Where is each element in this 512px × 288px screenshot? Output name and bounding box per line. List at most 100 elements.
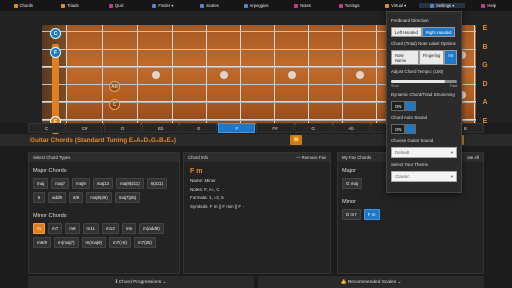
nav-item-0[interactable]: Chords	[0, 3, 47, 8]
chord-info-body: F m Name: Minor Notes: F, A♭, C Formula:…	[184, 162, 330, 215]
chord-type-chip[interactable]: m(maj9)	[81, 237, 107, 248]
nav-item-9[interactable]: Settings ▾	[418, 3, 466, 8]
theme-select[interactable]: Classic ▾	[391, 171, 457, 182]
direction-toggle: Left Handed Right Handed	[391, 27, 457, 37]
fret-wire	[172, 25, 174, 125]
chord-type-chip[interactable]: m6	[121, 223, 136, 234]
chord-type-chip[interactable]: G maj	[342, 178, 363, 189]
chord-type-chip[interactable]: 6(♯11)	[146, 178, 168, 189]
fret-note-marker[interactable]: Ab	[109, 81, 120, 92]
nav-item-5[interactable]: Arpeggios	[233, 3, 280, 8]
key-button[interactable]: C	[28, 123, 66, 133]
chord-info-header: Chord Info — Remove Fav	[184, 153, 330, 162]
tuning-label: D	[482, 80, 488, 88]
key-button[interactable]: G	[294, 123, 332, 133]
chord-type-chip[interactable]: maj9	[72, 178, 90, 189]
note-label-label: Chord (Triad) Note Label Options	[391, 41, 456, 46]
chord-type-chip[interactable]: m11	[82, 223, 99, 234]
strumming-label: Dynamic Chord/Triad Strumming	[391, 92, 455, 97]
nav-item-1[interactable]: Triads	[47, 3, 94, 8]
chord-type-chip[interactable]: m(add9)	[138, 223, 164, 234]
segment-option[interactable]: Note Name	[391, 50, 419, 65]
chevron-down-icon: ▾	[450, 149, 453, 155]
fret-wire	[240, 25, 242, 125]
key-button[interactable]: D	[104, 123, 142, 133]
nav-item-6[interactable]: Notes	[279, 3, 326, 8]
gear-icon	[429, 3, 434, 8]
restore-all-button[interactable]: ate All	[467, 155, 479, 160]
chord-type-chip[interactable]: maj7(♯5)	[114, 192, 141, 203]
key-button[interactable]: C#	[66, 123, 104, 133]
chord-type-chip[interactable]: m	[33, 223, 45, 234]
bottom-bar: ℹ Chord Progressions ⌄ 👍 Recommended Sca…	[0, 276, 512, 288]
nav-item-label: Help	[487, 3, 497, 8]
chord-type-chip[interactable]: m7	[48, 223, 63, 234]
fret-note-marker[interactable]: F	[50, 47, 61, 58]
segment-option[interactable]: Int	[444, 50, 457, 65]
tuning-label: B	[482, 43, 488, 51]
chord-type-chip[interactable]: m7(♯5)	[133, 237, 156, 248]
segment-option[interactable]: Left Handed	[391, 27, 422, 37]
prev-chord-button[interactable]: ⏪	[290, 135, 303, 145]
chord-title: Guitar Chords (Standard Tuning E₂A₂D₃G₃B…	[30, 136, 176, 144]
chord-progressions-toggle[interactable]: ℹ Chord Progressions ⌄	[28, 276, 254, 288]
nav-item-3[interactable]: Finder ▾	[140, 3, 187, 8]
fav-minor-list: D m7 F m	[338, 209, 483, 220]
chord-type-chip[interactable]: m7(♭5)	[109, 237, 131, 248]
fret-wire	[474, 25, 476, 125]
chord-type-chip[interactable]: D m7	[342, 209, 361, 220]
chord-info-line: Symbols: F m || F min || F -	[190, 203, 244, 209]
nav-item-10[interactable]: Help	[465, 3, 512, 8]
chord-type-chip[interactable]: m(maj7)	[54, 237, 79, 248]
nav-item-4[interactable]: Scales	[186, 3, 233, 8]
chord-type-chip[interactable]: F m	[363, 209, 380, 220]
segment-option[interactable]: Fingering	[418, 50, 445, 65]
guitar-sound-select[interactable]: Default ▾	[391, 147, 457, 158]
music-icon	[243, 3, 248, 8]
major-chord-list: maj maj7 maj9 maj13 maj9(♯11) 6(♯11) 6 add9 6/9 m…	[29, 178, 179, 203]
auto-sound-switch	[405, 124, 416, 134]
tuning-label: E	[482, 25, 488, 32]
strumming-toggle[interactable]: ON	[391, 101, 457, 111]
auto-sound-state: ON	[391, 124, 406, 134]
chord-type-chip[interactable]: maj	[33, 178, 49, 189]
chord-type-chip[interactable]: add9	[48, 192, 67, 203]
nav-item-label: Settings ▾	[435, 3, 455, 8]
fret-wire	[376, 25, 378, 125]
chord-type-chip[interactable]: 6	[33, 192, 45, 203]
chord-type-chip[interactable]: m13	[101, 223, 119, 234]
segment-option[interactable]: Right Handed	[421, 27, 456, 37]
major-chords-title: Major Chords	[33, 168, 67, 174]
chord-type-chip[interactable]: m9	[65, 223, 80, 234]
auto-sound-toggle[interactable]: ON	[391, 124, 457, 134]
nav-item-7[interactable]: Tunings	[326, 3, 373, 8]
fret-note-marker[interactable]: C	[50, 28, 61, 39]
chord-info-line: Formula: 1, ♭3, 5	[190, 195, 224, 200]
nav-item-label: Chords	[19, 3, 34, 8]
tuning-icon	[338, 3, 343, 8]
chord-type-chip[interactable]: maj7	[51, 178, 70, 189]
key-button[interactable]: E	[180, 123, 218, 133]
search-icon	[152, 3, 157, 8]
tempo-label: Adjust Chord Tempo: (100)	[391, 69, 444, 74]
chord-type-chip[interactable]: m6/9	[33, 237, 52, 248]
chord-type-chip[interactable]: maj9(♯11)	[116, 178, 144, 189]
guitar-icon	[385, 3, 390, 8]
chord-type-chip[interactable]: maj13	[92, 178, 114, 189]
recommended-scales-toggle[interactable]: 👍 Recommended Scales ⌄	[258, 276, 484, 288]
app-window: Chords Triads Quiz Finder ▾ Scales Arpeggios N…	[0, 0, 512, 288]
key-button[interactable]: Eb	[142, 123, 180, 133]
key-button[interactable]: Ab	[332, 123, 370, 133]
nav-item-2[interactable]: Quiz	[93, 3, 140, 8]
chord-type-chip[interactable]: maj9(♯5)	[86, 192, 112, 203]
remove-fav-button[interactable]: — Remove Fav	[296, 155, 326, 160]
tempo-slider[interactable]	[391, 80, 457, 83]
chord-type-chip[interactable]: 6/9	[69, 192, 84, 203]
fret-inlay-dot	[288, 71, 296, 79]
key-button[interactable]: F#	[256, 123, 294, 133]
nav-item-label: Tunings	[344, 3, 360, 8]
fret-note-marker[interactable]: C	[109, 99, 120, 110]
fret-wire	[206, 25, 208, 125]
key-button[interactable]: F	[218, 123, 256, 133]
nav-item-8[interactable]: Virtual ▾	[372, 3, 419, 8]
